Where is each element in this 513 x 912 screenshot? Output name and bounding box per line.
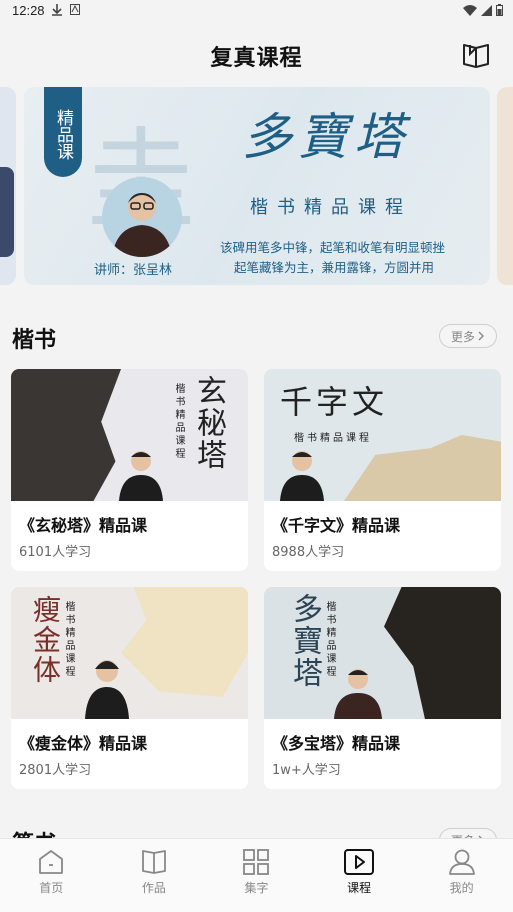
banner-subtitle: 楷书精品课程 (250, 197, 412, 218)
nav-label: 作品 (141, 881, 166, 895)
nav-label: 首页 (39, 881, 64, 895)
banner-prev-slide[interactable] (0, 87, 16, 285)
banner-next-slide[interactable] (497, 87, 513, 285)
banner-tag: 精品课 (44, 87, 82, 177)
section-header-kaishu: 楷书 更多 (0, 318, 513, 358)
banner-teacher: 讲师：张呈林 (94, 263, 173, 278)
banner-description-line2: 起笔藏锋为主，兼用露锋，方圆并用 (234, 260, 435, 275)
grid-icon (243, 849, 270, 875)
teacher-figure (119, 451, 163, 501)
nav-item-profile[interactable]: 我的 (410, 839, 513, 912)
course-learner-count: 1w+人学习 (272, 763, 341, 778)
course-title: 《玄秘塔》精品课 (19, 516, 148, 535)
nav-item-works[interactable]: 作品 (103, 839, 206, 912)
rubbing-image (11, 369, 121, 501)
thumbnail-subtitle: 楷书精品课程 (63, 601, 74, 679)
book-open-icon (141, 850, 166, 874)
battery-icon (496, 4, 503, 16)
course-learner-count: 8988人学习 (272, 545, 345, 560)
teacher-figure (334, 669, 382, 719)
course-title: 《千字文》精品课 (272, 516, 401, 535)
nav-item-courses[interactable]: 课程 (308, 839, 411, 912)
signal-icon (481, 4, 492, 16)
course-thumbnail: 瘦金体 楷书精品课程 (11, 587, 248, 719)
nav-label: 集字 (244, 881, 269, 895)
teacher-figure (85, 660, 129, 719)
home-icon (39, 850, 64, 874)
banner-slide[interactable]: 精品课 圭 多寶塔 楷书精品课程 该碑用笔多中锋，起笔和收笔有明显顿挫 起笔藏锋… (24, 87, 490, 285)
status-icons-left (52, 4, 80, 16)
course-title: 《多宝塔》精品课 (272, 734, 401, 753)
thumbnail-title: 瘦金体 (29, 595, 62, 685)
rubbing-image (344, 435, 501, 501)
user-icon (448, 849, 475, 875)
more-label: 更多 (450, 329, 475, 344)
course-thumbnail: 多寶塔 楷书精品课程 (264, 587, 501, 719)
banner-title: 多寶塔 (242, 108, 410, 166)
course-card-qianziwen[interactable]: 千字文 楷书精品课程 《千字文》精品课 8988人学习 (264, 369, 501, 571)
course-thumbnail: 千字文 楷书精品课程 (264, 369, 501, 501)
more-button[interactable]: 更多 (439, 324, 497, 348)
course-learner-count: 2801人学习 (19, 763, 92, 778)
header: 复真课程 (0, 22, 513, 86)
nav-item-collect-chars[interactable]: 集字 (205, 839, 308, 912)
wifi-icon (463, 4, 477, 16)
thumbnail-subtitle: 楷书精品课程 (294, 433, 372, 444)
play-icon (344, 849, 375, 875)
nav-item-home[interactable]: 首页 (0, 839, 103, 912)
chevron-right-icon (478, 331, 484, 341)
nav-label: 课程 (347, 881, 372, 895)
thumbnail-title: 玄秘塔 (191, 375, 226, 471)
teacher-figure (280, 451, 324, 501)
status-icons-right (463, 4, 503, 16)
rubbing-image (384, 587, 501, 719)
course-card-duobaota[interactable]: 多寶塔 楷书精品课程 《多宝塔》精品课 1w+人学习 (264, 587, 501, 789)
status-time: 12:28 (12, 3, 45, 18)
status-bar: 12:28 (0, 0, 513, 22)
nav-label: 我的 (449, 881, 474, 895)
thumbnail-subtitle: 楷书精品课程 (173, 383, 184, 461)
book-open-icon (463, 44, 489, 68)
banner-description-line1: 该碑用笔多中锋，起笔和收笔有明显顿挫 (220, 240, 446, 255)
thumbnail-title: 多寶塔 (287, 593, 322, 689)
thumbnail-title: 千字文 (280, 383, 389, 421)
bottom-navigation: 首页 作品 集字 课程 我的 (0, 838, 513, 912)
section-title: 楷书 (12, 328, 57, 353)
course-card-xuanmita[interactable]: 玄秘塔 楷书精品课程 《玄秘塔》精品课 6101人学习 (11, 369, 248, 571)
course-thumbnail: 玄秘塔 楷书精品课程 (11, 369, 248, 501)
page-title: 复真课程 (210, 46, 303, 71)
download-icon (52, 4, 62, 16)
app-notification-icon (70, 4, 80, 15)
library-button[interactable] (461, 42, 491, 70)
teacher-photo (102, 177, 182, 257)
rubbing-image (121, 587, 248, 697)
course-learner-count: 6101人学习 (19, 545, 92, 560)
course-card-shoujinti[interactable]: 瘦金体 楷书精品课程 《瘦金体》精品课 2801人学习 (11, 587, 248, 789)
course-title: 《瘦金体》精品课 (19, 734, 148, 753)
